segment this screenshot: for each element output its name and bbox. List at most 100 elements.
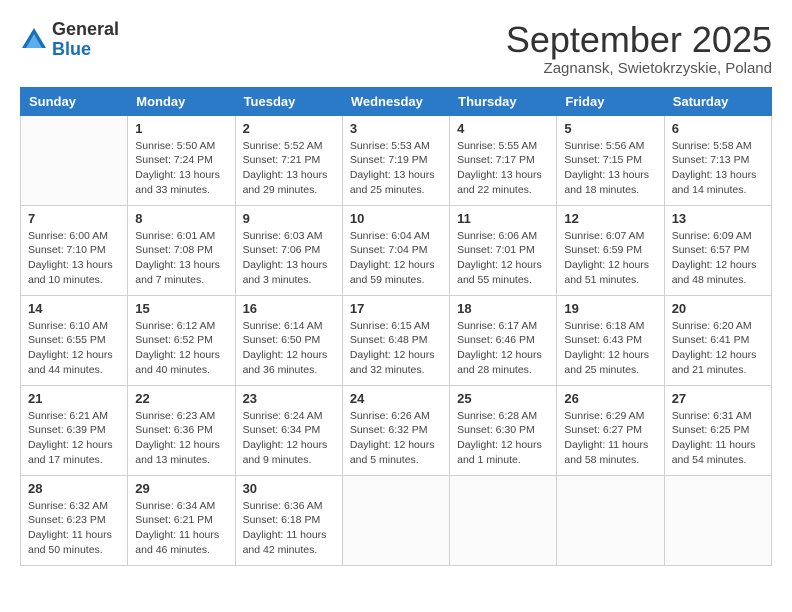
calendar-table: SundayMondayTuesdayWednesdayThursdayFrid… [20,87,772,566]
day-number: 4 [457,121,549,136]
calendar-cell: 13 Sunrise: 6:09 AMSunset: 6:57 PMDayligh… [664,205,771,295]
day-number: 7 [28,211,120,226]
calendar-cell [664,475,771,565]
logo-general: General [52,20,119,40]
day-info: Sunrise: 6:21 AMSunset: 6:39 PMDaylight:… [28,409,120,468]
calendar-cell [342,475,449,565]
calendar-cell: 11 Sunrise: 6:06 AMSunset: 7:01 PMDayligh… [450,205,557,295]
calendar-cell: 6 Sunrise: 5:58 AMSunset: 7:13 PMDaylight… [664,115,771,205]
calendar-cell: 2Sunrise: 5:52 AMSunset: 7:21 PMDaylight… [235,115,342,205]
day-info: Sunrise: 5:56 AMSunset: 7:15 PMDaylight:… [564,139,656,198]
weekday-header-thursday: Thursday [450,87,557,115]
calendar-cell: 9 Sunrise: 6:03 AMSunset: 7:06 PMDaylight… [235,205,342,295]
calendar-cell: 19 Sunrise: 6:18 AMSunset: 6:43 PMDayligh… [557,295,664,385]
title-block: September 2025 Zagnansk, Swietokrzyskie,… [506,20,772,77]
calendar-cell: 4Sunrise: 5:55 AMSunset: 7:17 PMDaylight… [450,115,557,205]
day-number: 23 [243,391,335,406]
day-info: Sunrise: 6:07 AMSunset: 6:59 PMDaylight:… [564,229,656,288]
week-row-2: 7Sunrise: 6:00 AMSunset: 7:10 PMDaylight… [21,205,772,295]
day-info: Sunrise: 6:29 AMSunset: 6:27 PMDaylight:… [564,409,656,468]
day-number: 1 [135,121,227,136]
day-info: Sunrise: 6:15 AMSunset: 6:48 PMDaylight:… [350,319,442,378]
day-number: 13 [672,211,764,226]
calendar-cell: 5Sunrise: 5:56 AMSunset: 7:15 PMDaylight… [557,115,664,205]
day-number: 20 [672,301,764,316]
day-number: 17 [350,301,442,316]
calendar-cell: 7Sunrise: 6:00 AMSunset: 7:10 PMDaylight… [21,205,128,295]
day-number: 27 [672,391,764,406]
calendar-cell [21,115,128,205]
day-info: Sunrise: 5:52 AMSunset: 7:21 PMDaylight:… [243,139,335,198]
week-row-5: 28Sunrise: 6:32 AMSunset: 6:23 PMDayligh… [21,475,772,565]
day-info: Sunrise: 6:12 AMSunset: 6:52 PMDaylight:… [135,319,227,378]
calendar-cell: 18 Sunrise: 6:17 AMSunset: 6:46 PMDayligh… [450,295,557,385]
day-number: 26 [564,391,656,406]
weekday-header-sunday: Sunday [21,87,128,115]
day-info: Sunrise: 6:28 AMSunset: 6:30 PMDaylight:… [457,409,549,468]
calendar-cell: 17 Sunrise: 6:15 AMSunset: 6:48 PMDayligh… [342,295,449,385]
day-number: 28 [28,481,120,496]
calendar-cell: 25 Sunrise: 6:28 AMSunset: 6:30 PMDayligh… [450,385,557,475]
calendar-cell: 23Sunrise: 6:24 AMSunset: 6:34 PMDayligh… [235,385,342,475]
weekday-header-row: SundayMondayTuesdayWednesdayThursdayFrid… [21,87,772,115]
month-title: September 2025 [506,20,772,60]
weekday-header-saturday: Saturday [664,87,771,115]
day-number: 29 [135,481,227,496]
day-number: 22 [135,391,227,406]
week-row-1: 1 Sunrise: 5:50 AMSunset: 7:24 PMDaylight… [21,115,772,205]
page-header: General Blue September 2025 Zagnansk, Sw… [20,20,772,77]
day-number: 30 [243,481,335,496]
calendar-cell: 27 Sunrise: 6:31 AMSunset: 6:25 PMDayligh… [664,385,771,475]
weekday-header-monday: Monday [128,87,235,115]
day-number: 25 [457,391,549,406]
day-number: 10 [350,211,442,226]
day-info: Sunrise: 6:17 AMSunset: 6:46 PMDaylight:… [457,319,549,378]
day-info: Sunrise: 6:06 AMSunset: 7:01 PMDaylight:… [457,229,549,288]
day-number: 16 [243,301,335,316]
calendar-cell: 16Sunrise: 6:14 AMSunset: 6:50 PMDayligh… [235,295,342,385]
day-info: Sunrise: 6:36 AMSunset: 6:18 PMDaylight:… [243,499,335,558]
location-subtitle: Zagnansk, Swietokrzyskie, Poland [506,60,772,77]
calendar-cell: 28Sunrise: 6:32 AMSunset: 6:23 PMDayligh… [21,475,128,565]
calendar-cell: 12 Sunrise: 6:07 AMSunset: 6:59 PMDayligh… [557,205,664,295]
day-info: Sunrise: 5:53 AMSunset: 7:19 PMDaylight:… [350,139,442,198]
calendar-cell: 22 Sunrise: 6:23 AMSunset: 6:36 PMDayligh… [128,385,235,475]
calendar-cell: 10Sunrise: 6:04 AMSunset: 7:04 PMDayligh… [342,205,449,295]
day-info: Sunrise: 6:09 AMSunset: 6:57 PMDaylight:… [672,229,764,288]
logo-icon [20,26,48,54]
calendar-cell: 1 Sunrise: 5:50 AMSunset: 7:24 PMDaylight… [128,115,235,205]
day-number: 9 [243,211,335,226]
week-row-4: 21Sunrise: 6:21 AMSunset: 6:39 PMDayligh… [21,385,772,475]
calendar-cell [557,475,664,565]
day-number: 19 [564,301,656,316]
day-info: Sunrise: 6:18 AMSunset: 6:43 PMDaylight:… [564,319,656,378]
calendar-cell: 30 Sunrise: 6:36 AMSunset: 6:18 PMDayligh… [235,475,342,565]
day-info: Sunrise: 6:23 AMSunset: 6:36 PMDaylight:… [135,409,227,468]
day-number: 24 [350,391,442,406]
calendar-cell: 20 Sunrise: 6:20 AMSunset: 6:41 PMDayligh… [664,295,771,385]
day-info: Sunrise: 5:50 AMSunset: 7:24 PMDaylight:… [135,139,227,198]
day-info: Sunrise: 6:20 AMSunset: 6:41 PMDaylight:… [672,319,764,378]
logo-blue: Blue [52,40,119,60]
day-info: Sunrise: 6:03 AMSunset: 7:06 PMDaylight:… [243,229,335,288]
calendar-cell [450,475,557,565]
calendar-cell: 24Sunrise: 6:26 AMSunset: 6:32 PMDayligh… [342,385,449,475]
day-number: 18 [457,301,549,316]
weekday-header-friday: Friday [557,87,664,115]
day-number: 12 [564,211,656,226]
day-info: Sunrise: 6:34 AMSunset: 6:21 PMDaylight:… [135,499,227,558]
day-info: Sunrise: 5:58 AMSunset: 7:13 PMDaylight:… [672,139,764,198]
calendar-cell: 29 Sunrise: 6:34 AMSunset: 6:21 PMDayligh… [128,475,235,565]
weekday-header-wednesday: Wednesday [342,87,449,115]
weekday-header-tuesday: Tuesday [235,87,342,115]
day-info: Sunrise: 6:10 AMSunset: 6:55 PMDaylight:… [28,319,120,378]
calendar-cell: 26 Sunrise: 6:29 AMSunset: 6:27 PMDayligh… [557,385,664,475]
calendar-cell: 21Sunrise: 6:21 AMSunset: 6:39 PMDayligh… [21,385,128,475]
day-number: 6 [672,121,764,136]
day-info: Sunrise: 6:31 AMSunset: 6:25 PMDaylight:… [672,409,764,468]
day-number: 11 [457,211,549,226]
logo: General Blue [20,20,119,60]
calendar-cell: 3Sunrise: 5:53 AMSunset: 7:19 PMDaylight… [342,115,449,205]
calendar-cell: 14Sunrise: 6:10 AMSunset: 6:55 PMDayligh… [21,295,128,385]
calendar-cell: 8Sunrise: 6:01 AMSunset: 7:08 PMDaylight… [128,205,235,295]
